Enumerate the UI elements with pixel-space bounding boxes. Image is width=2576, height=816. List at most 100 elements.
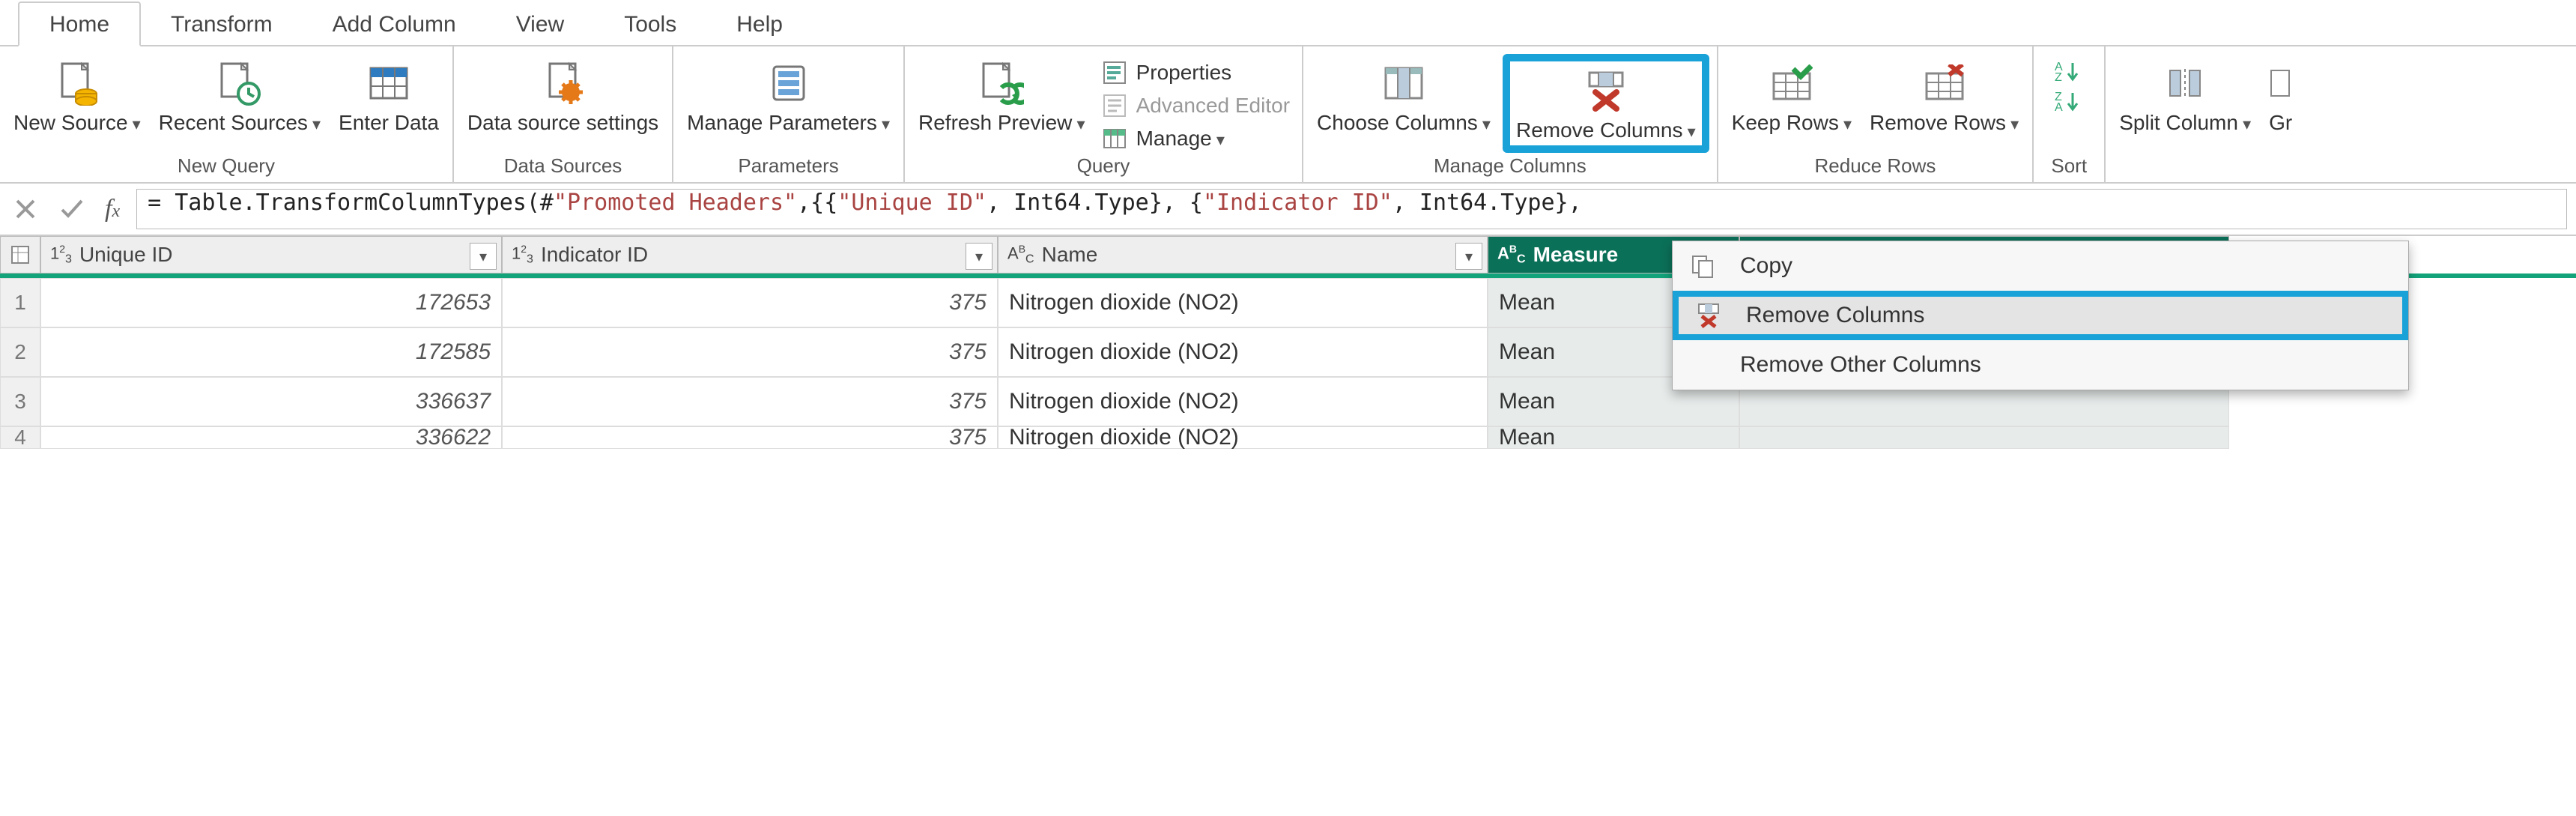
cell-name[interactable]: Nitrogen dioxide (NO2) xyxy=(998,426,1488,449)
filter-button[interactable]: ▾ xyxy=(470,243,497,270)
group-query: Refresh Preview Properties Advanced Edit… xyxy=(905,46,1303,182)
advanced-editor-button[interactable]: Advanced Editor xyxy=(1097,91,1294,120)
properties-label: Properties xyxy=(1136,61,1232,85)
context-remove-other-columns-label: Remove Other Columns xyxy=(1740,352,1981,378)
table-icon xyxy=(10,245,30,265)
keep-rows-button[interactable]: Keep Rows xyxy=(1726,54,1858,138)
formula-cancel-button[interactable] xyxy=(9,193,42,226)
formula-accept-button[interactable] xyxy=(55,193,88,226)
tab-home[interactable]: Home xyxy=(18,1,141,46)
formula-str-1: "Promoted Headers" xyxy=(554,190,797,216)
tab-help[interactable]: Help xyxy=(706,3,813,45)
manage-parameters-button[interactable]: Manage Parameters xyxy=(681,54,896,138)
new-source-label: New Source xyxy=(13,111,128,134)
sort-desc-icon: ZA xyxy=(2055,90,2083,112)
new-source-button[interactable]: New Source xyxy=(7,54,147,138)
recent-sources-label: Recent Sources xyxy=(159,111,308,134)
group-sort-label: Sort xyxy=(2041,153,2097,179)
cell-measure-info[interactable] xyxy=(1739,426,2229,449)
data-source-settings-icon xyxy=(542,57,584,109)
cell-unique-id[interactable]: 336622 xyxy=(40,426,502,449)
group-by-icon xyxy=(2270,57,2292,109)
manage-parameters-label: Manage Parameters xyxy=(687,111,877,134)
column-name: Indicator ID xyxy=(541,243,648,267)
row-header[interactable]: 3 xyxy=(0,377,40,426)
column-name: Unique ID xyxy=(79,243,173,267)
cell-indicator-id[interactable]: 375 xyxy=(502,327,998,377)
tab-tools[interactable]: Tools xyxy=(594,3,706,45)
formula-text-1: = Table.TransformColumnTypes(# xyxy=(148,190,554,216)
recent-sources-button[interactable]: Recent Sources xyxy=(153,54,327,138)
cell-name[interactable]: Nitrogen dioxide (NO2) xyxy=(998,327,1488,377)
sort-asc-icon: AZ xyxy=(2055,60,2083,82)
advanced-editor-icon xyxy=(1102,93,1127,118)
column-header-name[interactable]: ABC Name ▾ xyxy=(998,236,1488,273)
filter-button[interactable]: ▾ xyxy=(966,243,992,270)
cell-indicator-id[interactable]: 375 xyxy=(502,377,998,426)
cell-unique-id[interactable]: 172585 xyxy=(40,327,502,377)
column-header-unique-id[interactable]: 123 Unique ID ▾ xyxy=(40,236,502,273)
fx-label: fx xyxy=(105,195,120,223)
row-header[interactable]: 4 xyxy=(0,426,40,449)
select-all-corner[interactable] xyxy=(0,236,40,273)
refresh-preview-icon xyxy=(979,57,1024,109)
tab-add-column[interactable]: Add Column xyxy=(303,3,486,45)
filter-button[interactable]: ▾ xyxy=(1455,243,1482,270)
row-header[interactable]: 2 xyxy=(0,327,40,377)
sort-desc-button[interactable]: ZA xyxy=(2050,88,2088,114)
svg-text:Z: Z xyxy=(2055,71,2062,82)
context-remove-columns-label: Remove Columns xyxy=(1746,303,1924,328)
context-menu: Copy Remove Columns Remove Other Columns xyxy=(1672,241,2409,390)
menubar: Home Transform Add Column View Tools Hel… xyxy=(0,0,2576,46)
keep-rows-icon xyxy=(1771,57,1813,109)
split-column-icon xyxy=(2164,57,2206,109)
cell-name[interactable]: Nitrogen dioxide (NO2) xyxy=(998,278,1488,327)
cell-unique-id[interactable]: 336637 xyxy=(40,377,502,426)
remove-rows-icon xyxy=(1924,57,1966,109)
properties-button[interactable]: Properties xyxy=(1097,58,1294,87)
tab-view[interactable]: View xyxy=(486,3,594,45)
data-source-settings-label: Data source settings xyxy=(467,111,658,135)
column-header-indicator-id[interactable]: 123 Indicator ID ▾ xyxy=(502,236,998,273)
cell-indicator-id[interactable]: 375 xyxy=(502,278,998,327)
sort-asc-button[interactable]: AZ xyxy=(2050,58,2088,84)
group-query-label: Query xyxy=(912,153,1294,179)
tab-transform[interactable]: Transform xyxy=(141,3,303,45)
context-remove-columns[interactable]: Remove Columns xyxy=(1673,291,2408,340)
formula-text-4: , Int64.Type}, xyxy=(1392,190,1582,216)
cell-indicator-id[interactable]: 375 xyxy=(502,426,998,449)
row-header[interactable]: 1 xyxy=(0,278,40,327)
choose-columns-button[interactable]: Choose Columns xyxy=(1311,54,1497,138)
split-column-button[interactable]: Split Column xyxy=(2113,54,2257,138)
context-copy[interactable]: Copy xyxy=(1673,241,2408,291)
group-by-button[interactable]: Gr xyxy=(2263,54,2298,138)
group-reduce-rows: Keep Rows Remove Rows Reduce Rows xyxy=(1718,46,2034,182)
recent-sources-icon xyxy=(217,57,262,109)
remove-columns-label: Remove Columns xyxy=(1516,118,1683,142)
group-parameters-label: Parameters xyxy=(681,153,896,179)
data-source-settings-button[interactable]: Data source settings xyxy=(461,54,664,138)
cell-unique-id[interactable]: 172653 xyxy=(40,278,502,327)
enter-data-button[interactable]: Enter Data xyxy=(333,54,445,138)
column-name: Measure xyxy=(1533,243,1619,267)
type-badge-text: ABC xyxy=(1007,243,1034,267)
data-grid: 123 Unique ID ▾ 123 Indicator ID ▾ ABC N… xyxy=(0,236,2576,449)
manage-query-label: Manage xyxy=(1136,127,1212,150)
refresh-preview-button[interactable]: Refresh Preview xyxy=(912,54,1091,138)
context-remove-other-columns[interactable]: Remove Other Columns xyxy=(1673,340,2408,390)
group-parameters: Manage Parameters Parameters xyxy=(673,46,905,182)
enter-data-icon xyxy=(368,57,410,109)
remove-rows-button[interactable]: Remove Rows xyxy=(1864,54,2025,138)
manage-query-button[interactable]: Manage xyxy=(1097,124,1294,153)
refresh-preview-label: Refresh Preview xyxy=(918,111,1072,134)
remove-columns-button[interactable]: Remove Columns xyxy=(1503,54,1709,153)
group-data-sources: Data source settings Data Sources xyxy=(454,46,673,182)
ribbon: New Source Recent Sources Enter Data New… xyxy=(0,46,2576,184)
x-icon xyxy=(14,198,37,220)
group-new-query-label: New Query xyxy=(7,153,445,179)
formula-input[interactable]: = Table.TransformColumnTypes(#"Promoted … xyxy=(136,189,2567,229)
group-sort: AZ ZA Sort xyxy=(2034,46,2106,182)
group-manage-columns: Choose Columns Remove Columns Manage Col… xyxy=(1303,46,1718,182)
cell-name[interactable]: Nitrogen dioxide (NO2) xyxy=(998,377,1488,426)
cell-measure[interactable]: Mean xyxy=(1488,426,1739,449)
